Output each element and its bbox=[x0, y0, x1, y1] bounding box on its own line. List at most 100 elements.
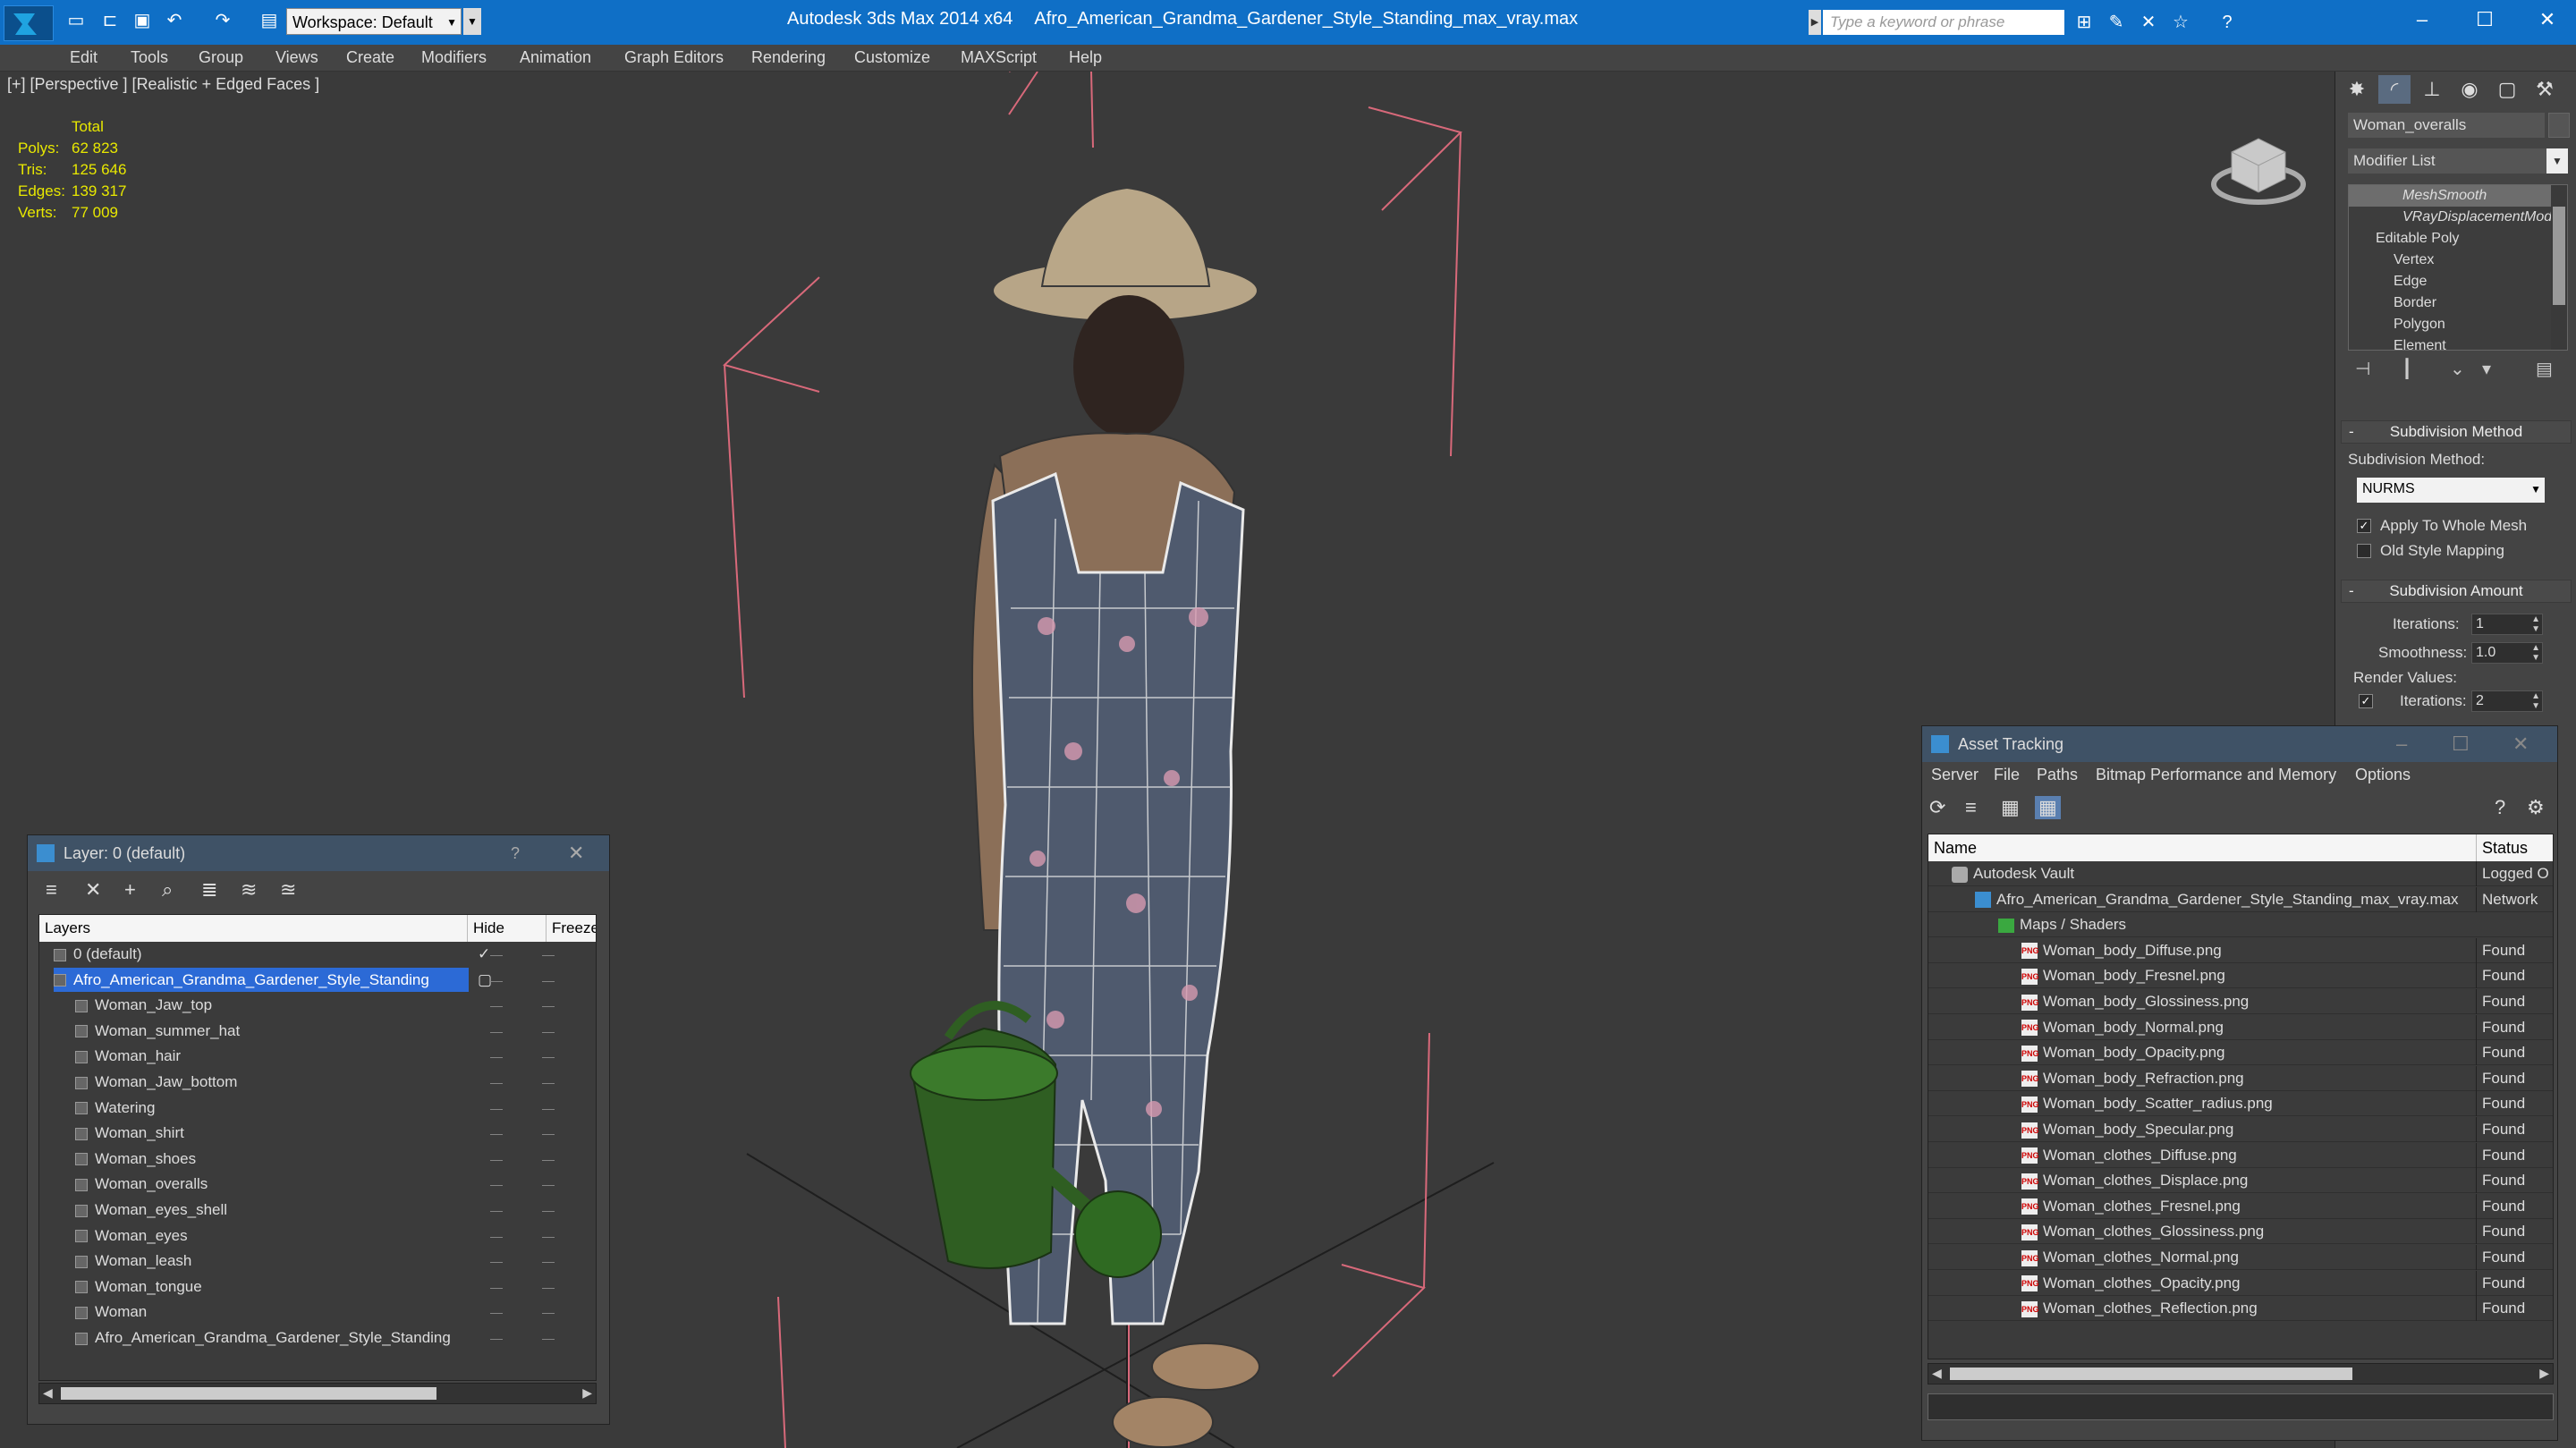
stack-item-editable-poly[interactable]: Editable Poly bbox=[2349, 228, 2551, 250]
freeze-toggle[interactable]: — bbox=[542, 1198, 555, 1223]
asset-help-icon[interactable]: ? bbox=[2495, 796, 2505, 819]
table-view-icon[interactable]: ▦ bbox=[2035, 796, 2061, 819]
add-to-layer-icon[interactable]: + bbox=[124, 878, 136, 902]
binoculars-icon[interactable]: ⊞ bbox=[2072, 11, 2097, 34]
asset-row[interactable]: PNG Woman_body_Glossiness.png Found bbox=[1928, 989, 2553, 1014]
col-layers[interactable]: Layers bbox=[39, 915, 90, 942]
menu-customize[interactable]: Customize bbox=[854, 48, 930, 67]
layer-row[interactable]: Afro_American_Grandma_Gardener_Style_Sta… bbox=[39, 1325, 596, 1351]
layer-row[interactable]: 0 (default) ✓ — — bbox=[39, 942, 596, 967]
search-expand-button[interactable]: ▶ bbox=[1809, 10, 1821, 35]
freeze-toggle[interactable]: — bbox=[542, 1096, 555, 1121]
asset-horizontal-scrollbar[interactable]: ◀ ▶ bbox=[1928, 1363, 2554, 1384]
asset-dialog-title-bar[interactable]: Asset Tracking – ☐ ✕ bbox=[1922, 726, 2557, 762]
stack-item-vertex[interactable]: Vertex bbox=[2349, 250, 2551, 271]
hide-toggle[interactable]: — bbox=[490, 1249, 503, 1274]
current-layer-check-icon[interactable]: ✓ bbox=[478, 942, 490, 967]
freeze-toggle[interactable]: — bbox=[542, 1172, 555, 1197]
layer-dialog-title-bar[interactable]: Layer: 0 (default) ? ✕ bbox=[28, 835, 609, 871]
menu-views[interactable]: Views bbox=[275, 48, 318, 67]
stack-item-element[interactable]: Element bbox=[2349, 335, 2551, 350]
menu-maxscript[interactable]: MAXScript bbox=[961, 48, 1037, 67]
asset-menu-server[interactable]: Server bbox=[1931, 766, 1979, 784]
pin-stack-icon[interactable]: ⊣ bbox=[2355, 358, 2370, 380]
freeze-toggle[interactable]: — bbox=[542, 1300, 555, 1325]
asset-row[interactable]: PNG Woman_body_Diffuse.png Found bbox=[1928, 937, 2553, 963]
hide-toggle[interactable]: — bbox=[490, 1070, 503, 1095]
hierarchy-tab-icon[interactable]: ⊥ bbox=[2416, 75, 2448, 104]
hide-toggle[interactable]: — bbox=[490, 1172, 503, 1197]
layer-row[interactable]: Woman_eyes — — bbox=[39, 1224, 596, 1249]
object-name-field[interactable]: Woman_overalls bbox=[2348, 113, 2545, 138]
render-iterations-spinner[interactable]: 2 ▲ ▼ bbox=[2471, 690, 2543, 712]
minimize-icon[interactable]: – bbox=[2396, 726, 2407, 762]
layer-row[interactable]: Afro_American_Grandma_Gardener_Style_Sta… bbox=[39, 967, 596, 993]
hide-toggle[interactable]: — bbox=[490, 1274, 503, 1300]
modifier-list-dropdown[interactable]: Modifier List ▼ bbox=[2348, 148, 2568, 174]
thumbnail-view-icon[interactable]: ▦ bbox=[2001, 796, 2020, 819]
object-color-swatch[interactable] bbox=[2548, 113, 2570, 138]
menu-rendering[interactable]: Rendering bbox=[751, 48, 826, 67]
layer-horizontal-scrollbar[interactable]: ◀ ▶ bbox=[38, 1383, 597, 1404]
remove-modifier-icon[interactable]: ▾ bbox=[2482, 358, 2491, 380]
rollout-subdivision-method[interactable]: - Subdivision Method bbox=[2341, 420, 2572, 444]
hide-toggle[interactable]: — bbox=[490, 1300, 503, 1325]
freeze-toggle[interactable]: — bbox=[542, 1019, 555, 1044]
col-status[interactable]: Status bbox=[2476, 834, 2528, 861]
freeze-toggle[interactable]: — bbox=[542, 1147, 555, 1172]
subdivision-method-select[interactable]: NURMS ▼ bbox=[2357, 478, 2545, 503]
asset-row[interactable]: PNG Woman_clothes_Fresnel.png Found bbox=[1928, 1193, 2553, 1219]
maximize-icon[interactable]: ☐ bbox=[2452, 726, 2470, 762]
hide-toggle[interactable]: — bbox=[490, 1044, 503, 1069]
scroll-right-icon[interactable]: ▶ bbox=[2539, 1366, 2549, 1381]
hide-toggle[interactable]: — bbox=[490, 1096, 503, 1121]
stack-item-vraydisplacement[interactable]: VRayDisplacementMod bbox=[2349, 207, 2551, 228]
hide-toggle[interactable]: — bbox=[490, 1147, 503, 1172]
new-file-icon[interactable]: ▭ bbox=[64, 9, 88, 32]
scroll-left-icon[interactable]: ◀ bbox=[1932, 1366, 1942, 1381]
workspace-dropdown-button[interactable]: ▼ bbox=[463, 8, 481, 35]
scroll-left-icon[interactable]: ◀ bbox=[43, 1385, 53, 1401]
hide-toggle[interactable]: — bbox=[490, 942, 503, 967]
display-tab-icon[interactable]: ▢ bbox=[2491, 75, 2523, 104]
freeze-toggle[interactable]: — bbox=[542, 1249, 555, 1274]
render-iterations-checkbox[interactable]: ✓ bbox=[2359, 694, 2373, 708]
configure-modifier-sets-icon[interactable]: ▤ bbox=[2536, 358, 2553, 380]
menu-tools[interactable]: Tools bbox=[131, 48, 168, 67]
asset-row[interactable]: Afro_American_Grandma_Gardener_Style_Sta… bbox=[1928, 886, 2553, 912]
search-input[interactable]: Type a keyword or phrase bbox=[1823, 10, 2064, 35]
hide-toggle[interactable]: — bbox=[490, 1019, 503, 1044]
hide-toggle[interactable]: — bbox=[490, 1224, 503, 1249]
asset-row[interactable]: PNG Woman_clothes_Normal.png Found bbox=[1928, 1245, 2553, 1270]
stack-item-border[interactable]: Border bbox=[2349, 292, 2551, 314]
asset-row[interactable]: Autodesk Vault Logged O bbox=[1928, 861, 2553, 886]
modify-tab-icon[interactable]: ◜ bbox=[2378, 75, 2411, 104]
asset-row[interactable]: PNG Woman_clothes_Reflection.png Found bbox=[1928, 1296, 2553, 1322]
menu-help[interactable]: Help bbox=[1069, 48, 1102, 67]
viewport-label[interactable]: [+] [Perspective ] [Realistic + Edged Fa… bbox=[7, 75, 319, 94]
freeze-toggle[interactable]: — bbox=[542, 1044, 555, 1069]
freeze-all-layers-icon[interactable]: ≊ bbox=[280, 878, 296, 902]
help-icon[interactable]: ? bbox=[2215, 11, 2240, 34]
layer-row[interactable]: Woman_tongue — — bbox=[39, 1274, 596, 1300]
create-tab-icon[interactable]: ✸ bbox=[2341, 75, 2373, 104]
freeze-toggle[interactable]: — bbox=[542, 1274, 555, 1300]
hide-toggle[interactable]: — bbox=[490, 1121, 503, 1146]
maximize-button[interactable]: ☐ bbox=[2458, 4, 2512, 36]
asset-row[interactable]: PNG Woman_clothes_Opacity.png Found bbox=[1928, 1270, 2553, 1296]
make-unique-icon[interactable]: ⌄ bbox=[2450, 358, 2465, 380]
asset-menu-file[interactable]: File bbox=[1994, 766, 2020, 784]
asset-row[interactable]: PNG Woman_body_Fresnel.png Found bbox=[1928, 963, 2553, 989]
asset-row[interactable]: PNG Woman_body_Refraction.png Found bbox=[1928, 1065, 2553, 1091]
close-icon[interactable]: ✕ bbox=[568, 835, 584, 871]
open-file-icon[interactable]: ⊏ bbox=[98, 9, 122, 32]
hide-all-layers-icon[interactable]: ≋ bbox=[241, 878, 257, 902]
asset-row[interactable]: PNG Woman_clothes_Displace.png Found bbox=[1928, 1168, 2553, 1194]
close-button[interactable]: ✕ bbox=[2521, 4, 2574, 36]
smoothness-spinner[interactable]: 1.0 ▲ ▼ bbox=[2471, 642, 2543, 664]
help-icon[interactable]: ? bbox=[511, 835, 520, 871]
layer-row[interactable]: Woman_Jaw_top — — bbox=[39, 993, 596, 1018]
freeze-toggle[interactable]: — bbox=[542, 942, 555, 967]
layer-row[interactable]: Woman_hair — — bbox=[39, 1044, 596, 1069]
hide-toggle[interactable]: — bbox=[490, 1325, 503, 1351]
